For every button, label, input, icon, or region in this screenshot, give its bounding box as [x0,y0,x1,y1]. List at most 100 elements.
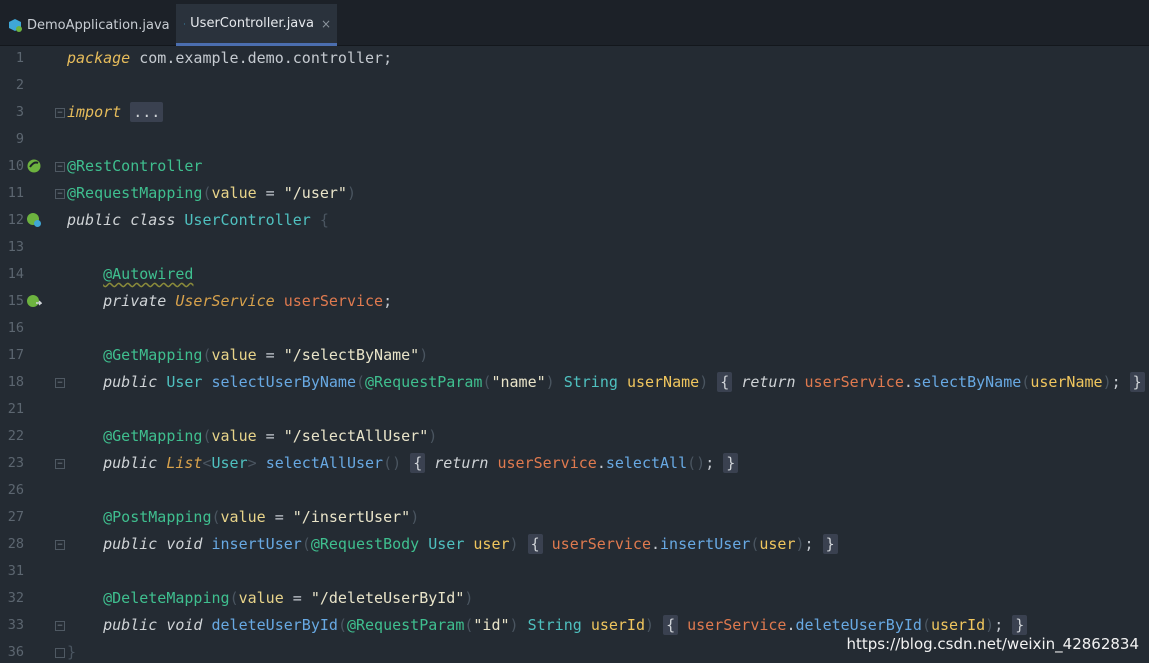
tab-user-controller[interactable]: UserController.java × [176,4,337,46]
line-number: 9 [15,131,24,147]
code-token: insertUser [211,535,302,553]
line-number: 27 [7,509,24,525]
code-token: userService [804,373,904,391]
code-token: } [723,453,739,473]
fold-toggle-icon[interactable] [55,648,65,658]
tab-demo-application[interactable]: DemoApplication.java × [0,4,193,46]
code-token: ( [202,427,212,445]
code-token: import [67,103,122,121]
code-line[interactable]: @PostMapping(value = "/insertUser") [67,504,419,531]
line-number: 32 [7,590,24,606]
code-token: return [434,454,498,472]
code-line[interactable]: @Autowired [67,261,193,288]
code-line[interactable]: private UserService userService; [67,288,392,315]
code-line[interactable]: package com.example.demo.controller; [67,45,392,72]
code-token: { [410,453,426,473]
code-token: . [596,454,606,472]
code-line[interactable]: public List<User> selectAllUser() { retu… [67,450,739,477]
code-token: . [903,373,913,391]
code-token: @RestController [67,157,203,175]
code-token: selectAll [605,454,688,472]
code-token: () [383,454,411,472]
code-token: userId [590,616,645,634]
code-line[interactable]: import ... [67,99,164,126]
code-token: ( [202,184,212,202]
code-token: ; [383,292,393,310]
code-token: ( [301,535,311,553]
fold-toggle-icon[interactable]: − [55,378,65,388]
code-token: @RequestMapping [67,184,203,202]
fold-toggle-icon[interactable]: − [55,459,65,469]
code-line[interactable]: } [67,639,76,663]
tab-label: DemoApplication.java [27,17,170,33]
code-token: ( [229,589,239,607]
code-token: . [786,616,796,634]
code-token: selectUserByName [211,373,357,391]
code-token: userName [1030,373,1103,391]
code-token: ( [921,616,931,634]
code-token: String [563,373,618,391]
code-token: value [211,427,257,445]
code-token: ) [509,535,528,553]
code-token: ) [346,184,356,202]
code-line[interactable]: @RequestMapping(value = "/user") [67,180,356,207]
code-token: } [1012,615,1028,635]
code-token: user [759,535,796,553]
code-token: com.example.demo.controller; [130,49,393,67]
code-token: ( [337,616,347,634]
code-line[interactable]: @RestController [67,153,202,180]
code-token: @GetMapping [103,427,203,445]
code-token: } [822,534,838,554]
code-token: package [67,49,131,67]
code-token: "/insertUser" [292,508,411,526]
code-token: () [687,454,706,472]
fold-toggle-icon[interactable]: − [55,540,65,550]
close-icon[interactable]: × [321,17,331,31]
code-token: > [247,454,266,472]
code-line[interactable]: @GetMapping(value = "/selectByName") [67,342,428,369]
code-token: private [67,292,176,310]
code-token: { [527,534,543,554]
line-number: 18 [7,374,24,390]
line-number: 26 [7,482,24,498]
code-line[interactable]: @DeleteMapping(value = "/deleteUserById"… [67,585,473,612]
code-token: User [428,535,465,553]
line-number: 36 [7,644,24,660]
tab-label: UserController.java [190,16,314,31]
code-token: @RequestBody [310,535,420,553]
code-token: public class [67,211,185,229]
fold-toggle-icon[interactable]: − [55,621,65,631]
fold-toggle-icon[interactable]: − [55,108,65,118]
code-token: "name" [491,373,546,391]
autowired-icon[interactable] [26,293,42,309]
code-token: } [1129,372,1145,392]
code-token: userService [687,616,787,634]
code-line[interactable]: public class UserController { [67,207,329,234]
fold-toggle-icon[interactable]: − [55,162,65,172]
code-token: ... [130,102,164,122]
code-token: = [256,346,284,364]
spring-bean-icon[interactable] [26,158,42,174]
code-line[interactable]: public void insertUser(@RequestBody User… [67,531,838,558]
code-token: ) [545,373,564,391]
code-token: } [67,643,77,661]
code-line[interactable]: public User selectUserByName(@RequestPar… [67,369,1145,396]
code-token: { [717,372,733,392]
line-number: 28 [7,536,24,552]
spring-bean-icon[interactable] [26,212,42,228]
code-editor[interactable]: 1 package com.example.demo.controller; 2 3−… [0,46,1149,663]
line-number: 14 [7,266,24,282]
fold-toggle-icon[interactable]: − [55,189,65,199]
line-number: 17 [7,347,24,363]
code-token: deleteUserById [211,616,338,634]
code-line[interactable]: @GetMapping(value = "/selectAllUser") [67,423,437,450]
